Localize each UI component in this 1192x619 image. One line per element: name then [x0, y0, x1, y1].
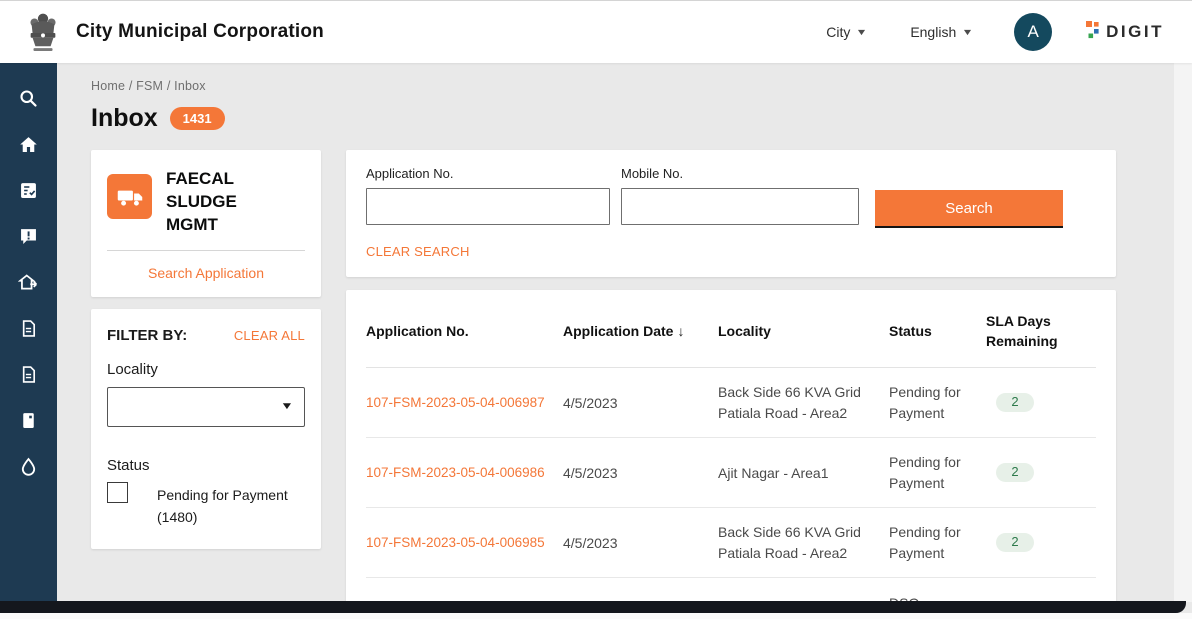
clear-all-link[interactable]: CLEAR ALL — [234, 328, 305, 343]
locality-select[interactable]: ▼ — [107, 387, 305, 427]
application-no-field-group: Application No. — [366, 166, 610, 225]
status-option-label: Pending for Payment (1480) — [157, 485, 302, 528]
document-icon[interactable] — [6, 305, 52, 351]
sla-days-badge: 2 — [996, 463, 1034, 482]
mobile-no-field-group: Mobile No. — [621, 166, 859, 225]
col-application-no: Application No. — [366, 322, 563, 342]
application-date: 4/5/2023 — [563, 393, 718, 413]
app-window: City Municipal Corporation City ▼ Englis… — [0, 0, 1192, 619]
status: Pending for Payment — [889, 452, 986, 493]
window-bottom-bar — [0, 601, 1186, 613]
application-link[interactable]: 107-FSM-2023-05-04-006987 — [366, 395, 545, 410]
water-drop-icon[interactable] — [6, 443, 52, 489]
right-column: Application No. Mobile No. Search CLEAR … — [346, 150, 1116, 619]
module-card: FAECAL SLUDGE MGMT Search Application — [91, 150, 321, 297]
chevron-down-icon: ▼ — [856, 27, 868, 37]
complaint-icon[interactable] — [6, 213, 52, 259]
scrollbar-track[interactable] — [1174, 63, 1192, 602]
avatar-initial: A — [1027, 22, 1038, 42]
application-no-label: Application No. — [366, 166, 610, 181]
application-no-input[interactable] — [366, 188, 610, 225]
breadcrumb[interactable]: Home / FSM / Inbox — [91, 79, 1192, 93]
page-title-row: Inbox 1431 — [91, 104, 1192, 133]
locality: Back Side 66 KVA Grid Patiala Road - Are… — [718, 522, 889, 563]
app-title: City Municipal Corporation — [76, 21, 324, 43]
search-button[interactable]: Search — [875, 190, 1063, 228]
table-row: 107-FSM-2023-05-04-006985 4/5/2023 Back … — [366, 508, 1096, 578]
locality: Ajit Nagar - Area1 — [718, 463, 889, 483]
table-row: 107-FSM-2023-05-04-006986 4/5/2023 Ajit … — [366, 438, 1096, 508]
inbox-count-badge: 1431 — [170, 107, 225, 130]
national-emblem-logo — [24, 10, 62, 54]
module-title: FAECAL SLUDGE MGMT — [166, 168, 261, 237]
home-icon[interactable] — [6, 121, 52, 167]
application-date: 4/5/2023 — [563, 463, 718, 483]
page-title: Inbox — [91, 104, 158, 133]
clear-search-link[interactable]: CLEAR SEARCH — [366, 244, 470, 259]
search-application-link[interactable]: Search Application — [107, 265, 305, 281]
search-panel: Application No. Mobile No. Search CLEAR … — [346, 150, 1116, 277]
inbox-checklist-icon[interactable] — [6, 167, 52, 213]
table-row: 107-FSM-2023-05-04-006987 4/5/2023 Back … — [366, 368, 1096, 438]
sort-desc-icon: ↓ — [677, 323, 684, 339]
filter-card: FILTER BY: CLEAR ALL Locality ▼ Status P… — [91, 309, 321, 549]
fsm-truck-icon — [107, 174, 152, 219]
inbox-table: Application No. Application Date↓ Locali… — [346, 290, 1116, 619]
mobile-no-label: Mobile No. — [621, 166, 859, 181]
col-application-date[interactable]: Application Date↓ — [563, 322, 718, 342]
window-edge — [0, 613, 1192, 619]
mobile-no-input[interactable] — [621, 188, 859, 225]
divider — [107, 250, 305, 251]
language-dropdown[interactable]: English ▼ — [910, 24, 972, 40]
user-avatar[interactable]: A — [1014, 13, 1052, 51]
filter-by-label: FILTER BY: — [107, 327, 187, 344]
sla-days-badge: 2 — [996, 533, 1034, 552]
col-status: Status — [889, 322, 986, 342]
col-application-date-label: Application Date — [563, 323, 673, 339]
col-locality: Locality — [718, 322, 889, 342]
digit-brand-logo: DIGIT — [1086, 21, 1164, 44]
status-option-row: Pending for Payment (1480) — [107, 482, 305, 528]
col-sla-days: SLA Days Remaining — [986, 312, 1096, 351]
application-date: 4/5/2023 — [563, 533, 718, 553]
property-home-icon[interactable] — [6, 259, 52, 305]
digit-logo-mark-icon — [1086, 21, 1101, 44]
locality: Back Side 66 KVA Grid Patiala Road - Are… — [718, 382, 889, 423]
locality-label: Locality — [107, 361, 305, 378]
chevron-down-icon: ▼ — [962, 27, 974, 37]
document-icon[interactable] — [6, 351, 52, 397]
application-link[interactable]: 107-FSM-2023-05-04-006986 — [366, 465, 545, 480]
digit-brand-text: DIGIT — [1106, 22, 1164, 42]
status: Pending for Payment — [889, 522, 986, 563]
left-nav-sidebar — [0, 63, 57, 619]
city-dropdown[interactable]: City ▼ — [826, 24, 866, 40]
top-header: City Municipal Corporation City ▼ Englis… — [0, 1, 1192, 63]
status-checkbox[interactable] — [107, 482, 128, 503]
status-label: Status — [107, 457, 305, 474]
sla-days-badge: 2 — [996, 393, 1034, 412]
language-dropdown-label: English — [910, 24, 956, 40]
status: Pending for Payment — [889, 382, 986, 423]
header-actions: City ▼ English ▼ A DIGIT — [826, 13, 1164, 51]
table-header-row: Application No. Application Date↓ Locali… — [366, 290, 1096, 368]
application-link[interactable]: 107-FSM-2023-05-04-006985 — [366, 535, 545, 550]
search-icon[interactable] — [6, 75, 52, 121]
main-content: Home / FSM / Inbox Inbox 1431 FAECAL SLU… — [57, 63, 1192, 619]
chevron-down-icon: ▼ — [280, 401, 294, 412]
city-dropdown-label: City — [826, 24, 850, 40]
left-column: FAECAL SLUDGE MGMT Search Application FI… — [91, 150, 321, 549]
card-icon[interactable] — [6, 397, 52, 443]
